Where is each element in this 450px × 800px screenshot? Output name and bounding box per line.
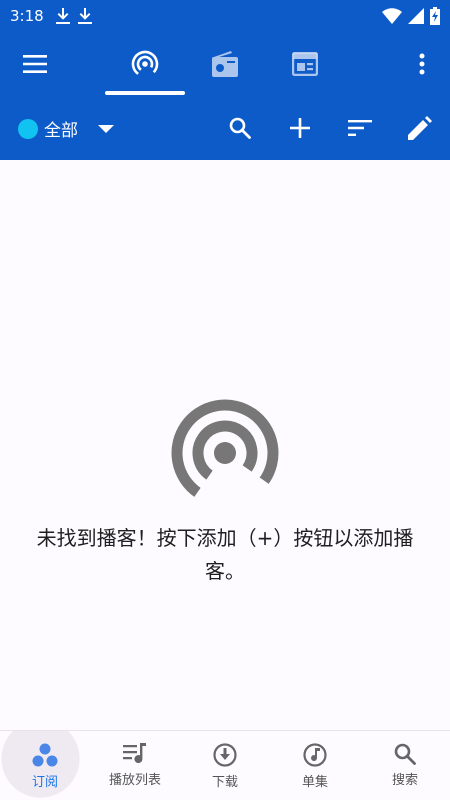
download-circle-icon — [213, 743, 237, 767]
wifi-icon — [382, 8, 402, 24]
sort-button[interactable] — [338, 106, 382, 150]
tab-radio[interactable] — [185, 32, 265, 96]
tag-color-dot — [18, 118, 38, 139]
app-bar: 全部 — [0, 32, 450, 160]
chevron-down-icon — [98, 124, 114, 133]
tab-indicator — [105, 91, 185, 95]
menu-button[interactable] — [13, 42, 57, 86]
episodes-icon — [292, 52, 318, 76]
edit-button[interactable] — [398, 106, 442, 150]
nav-downloads[interactable]: 下载 — [180, 731, 270, 800]
menu-icon — [23, 55, 47, 73]
bottom-navigation: 订阅 播放列表 下载 单集 搜索 — [0, 730, 450, 800]
podcast-icon — [131, 50, 159, 78]
more-options-button[interactable] — [400, 42, 444, 86]
edit-icon — [408, 116, 432, 140]
nav-search[interactable]: 搜索 — [360, 731, 450, 800]
empty-state: 未找到播客！按下添加（+）按钮以添加播客。 — [0, 160, 450, 730]
tab-episodes[interactable] — [265, 32, 345, 96]
nav-label: 搜索 — [391, 773, 418, 788]
music-note-icon — [303, 743, 327, 767]
add-podcast-button[interactable] — [278, 106, 322, 150]
playlist-icon — [123, 743, 146, 764]
tag-filter-dropdown[interactable]: 全部 — [18, 116, 114, 141]
search-button[interactable] — [218, 106, 262, 150]
search-icon — [229, 117, 251, 139]
more-vert-icon — [419, 53, 425, 75]
top-row — [0, 32, 450, 96]
empty-state-message: 未找到播客！按下添加（+）按钮以添加播客。 — [36, 526, 414, 583]
status-bar: 3:18 — [0, 0, 450, 32]
battery-charging-icon — [430, 7, 440, 25]
nav-label: 订阅 — [31, 775, 58, 790]
podcast-icon — [171, 399, 279, 507]
download-icon — [77, 8, 92, 24]
search-icon — [394, 743, 416, 765]
sort-icon — [348, 120, 372, 136]
nav-label: 下载 — [211, 775, 238, 790]
add-icon — [290, 118, 310, 138]
subscriptions-icon — [32, 743, 58, 767]
tag-filter-label: 全部 — [44, 121, 78, 141]
nav-label: 播放列表 — [108, 773, 161, 788]
filter-row: 全部 — [0, 96, 450, 160]
nav-episodes[interactable]: 单集 — [270, 731, 360, 800]
radio-icon — [212, 51, 238, 77]
download-icon — [55, 8, 70, 24]
nav-playlist[interactable]: 播放列表 — [90, 731, 180, 800]
signal-icon — [408, 8, 424, 24]
nav-label: 单集 — [301, 775, 328, 790]
tab-podcasts[interactable] — [105, 32, 185, 96]
status-time: 3:18 — [10, 7, 44, 25]
nav-subscriptions[interactable]: 订阅 — [0, 731, 90, 800]
